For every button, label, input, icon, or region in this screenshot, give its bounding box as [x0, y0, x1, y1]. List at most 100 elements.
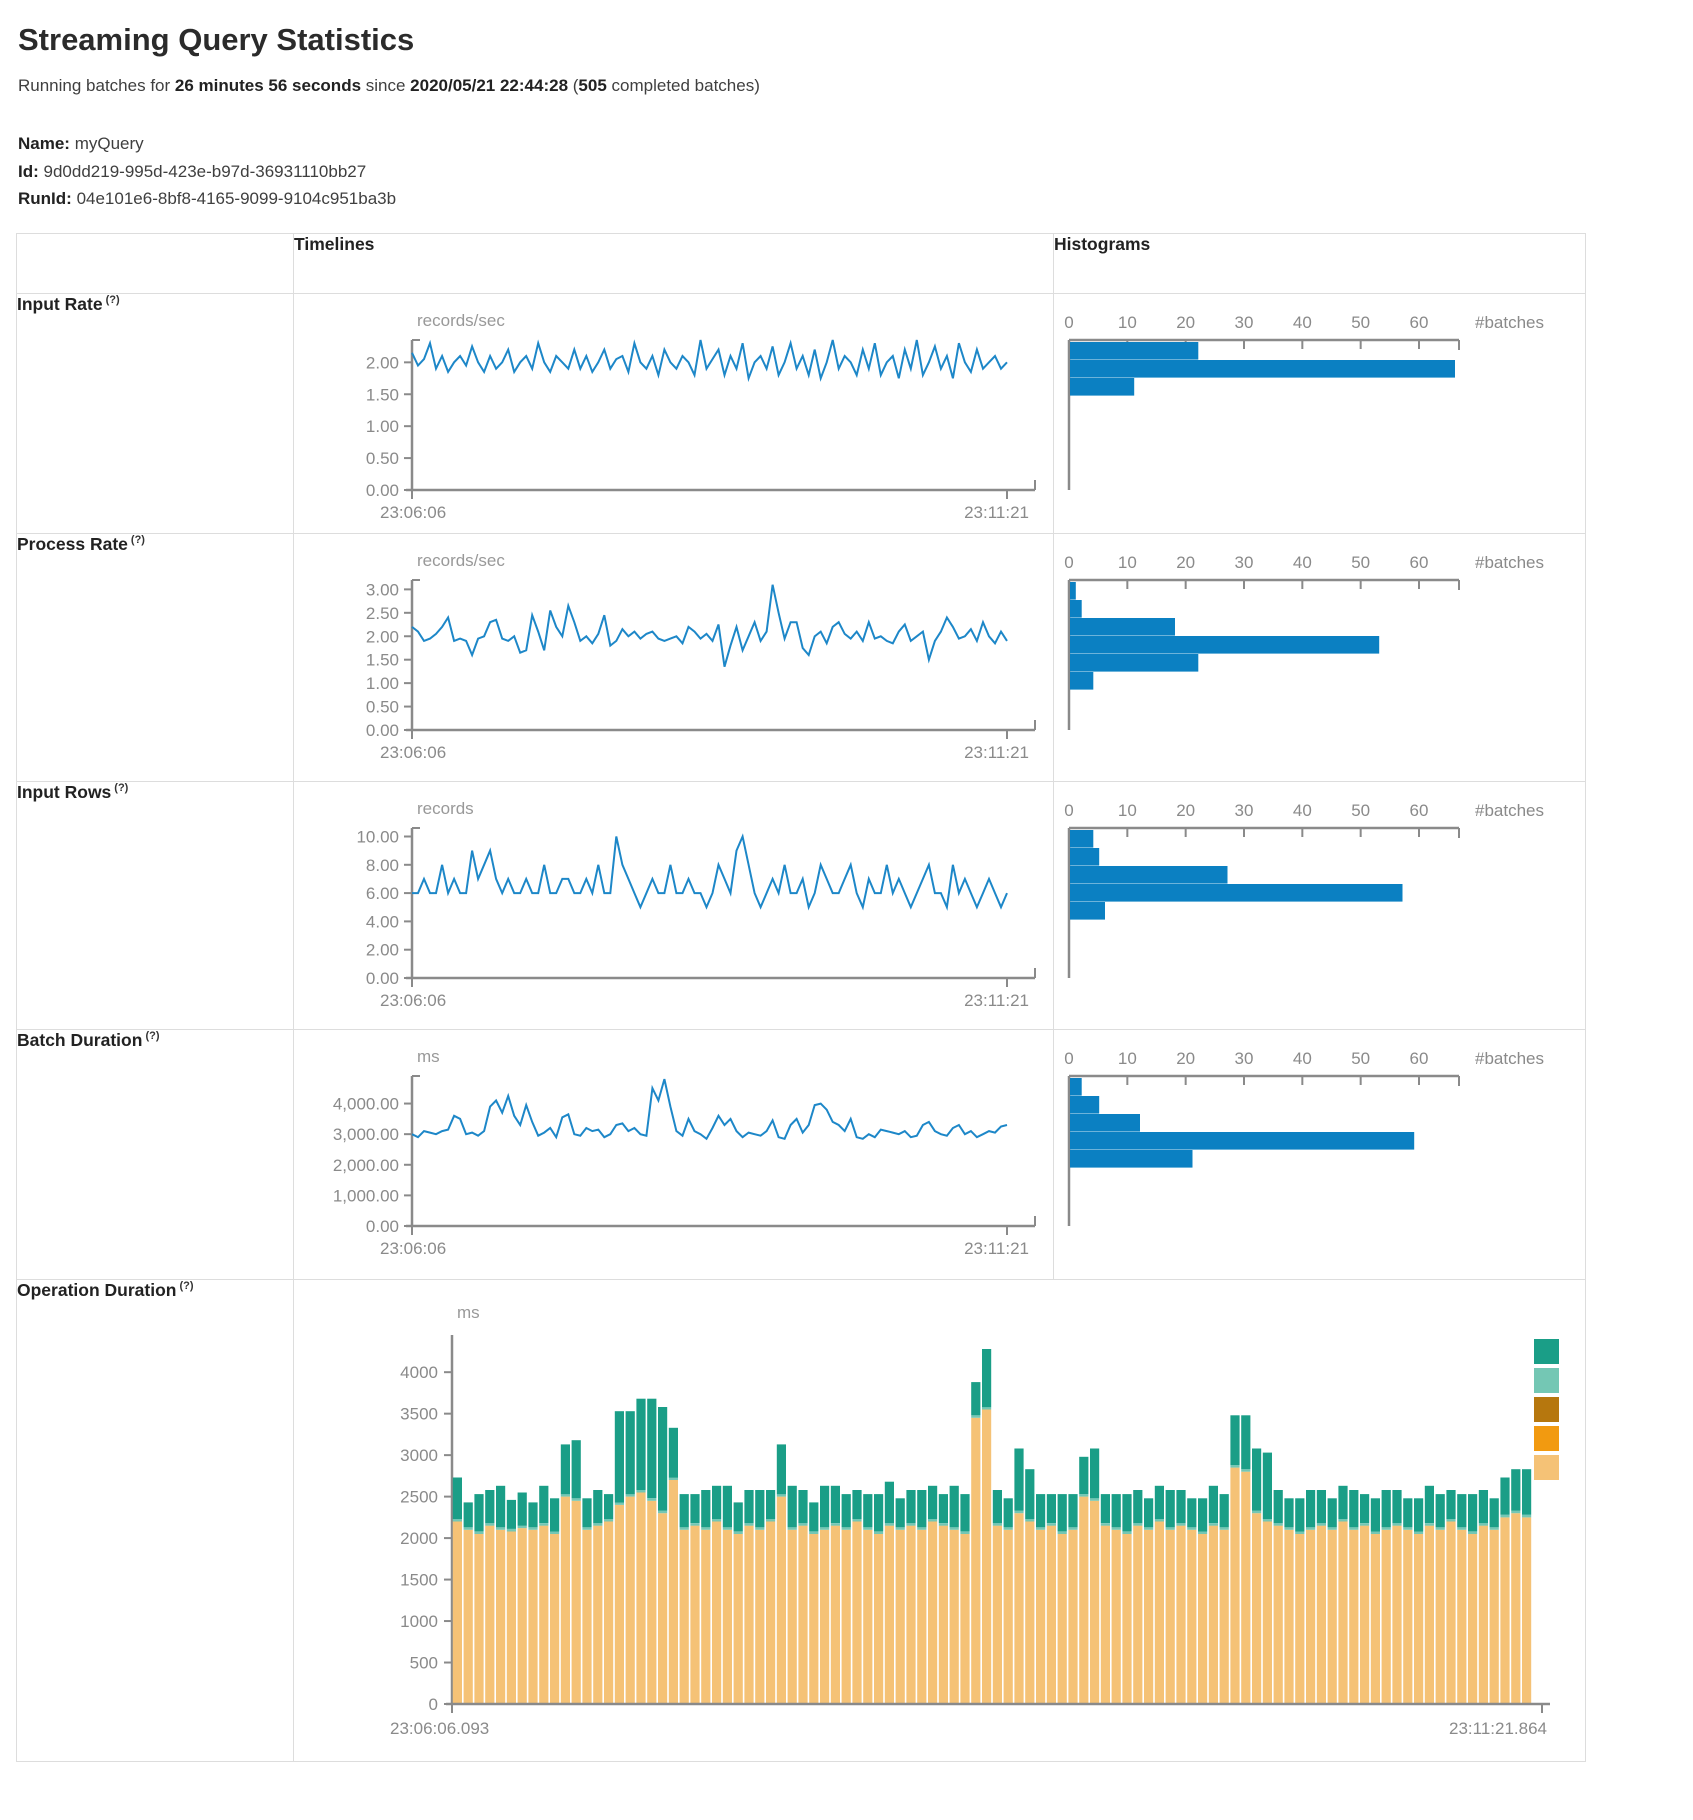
svg-text:30: 30: [1235, 313, 1254, 332]
input-rate-timeline-chart: records/sec0.000.501.001.502.0023:06:062…: [312, 300, 1053, 533]
help-icon[interactable]: (?): [145, 1030, 159, 1042]
svg-text:23:11:21: 23:11:21: [964, 503, 1029, 522]
svg-text:ms: ms: [457, 1303, 480, 1322]
process-rate-row: Process Rate(?) records/sec0.000.501.001…: [17, 533, 1586, 781]
svg-text:1.50: 1.50: [366, 385, 399, 404]
svg-text:23:11:21.864: 23:11:21.864: [1449, 1719, 1547, 1738]
svg-text:10: 10: [1118, 553, 1137, 572]
svg-text:2.00: 2.00: [366, 940, 399, 959]
svg-text:0: 0: [1064, 313, 1073, 332]
svg-text:10: 10: [1118, 801, 1137, 820]
svg-text:0.50: 0.50: [366, 697, 399, 716]
summary-text: Running batches for: [18, 76, 175, 95]
svg-text:23:06:06: 23:06:06: [380, 743, 446, 762]
svg-text:23:06:06.093: 23:06:06.093: [390, 1719, 489, 1738]
col-header-timelines: Timelines: [294, 233, 1054, 293]
query-id-line: Id: 9d0dd219-995d-423e-b97d-36931110bb27: [18, 158, 1677, 186]
svg-text:23:11:21: 23:11:21: [964, 1239, 1029, 1258]
svg-text:20: 20: [1176, 553, 1195, 572]
svg-text:40: 40: [1293, 553, 1312, 572]
svg-text:2,000.00: 2,000.00: [333, 1155, 399, 1174]
svg-text:40: 40: [1293, 1049, 1312, 1068]
svg-text:0.50: 0.50: [366, 449, 399, 468]
legend-swatch: [1534, 1397, 1559, 1422]
help-icon[interactable]: (?): [114, 782, 128, 794]
svg-text:40: 40: [1293, 801, 1312, 820]
legend-swatch: [1534, 1368, 1559, 1393]
running-duration: 26 minutes 56 seconds: [175, 76, 361, 95]
svg-text:2.50: 2.50: [366, 603, 399, 622]
svg-text:#batches: #batches: [1475, 313, 1544, 332]
svg-text:3,000.00: 3,000.00: [333, 1125, 399, 1144]
query-runid-value: 04e101e6-8bf8-4165-9099-9104c951ba3b: [77, 189, 397, 208]
legend-swatch: [1534, 1455, 1559, 1480]
svg-text:0: 0: [429, 1695, 438, 1714]
svg-text:0.00: 0.00: [366, 1217, 399, 1236]
svg-text:0: 0: [1064, 1049, 1073, 1068]
svg-text:3000: 3000: [400, 1446, 438, 1465]
svg-text:0.00: 0.00: [366, 481, 399, 500]
svg-text:500: 500: [410, 1653, 438, 1672]
input-rows-timeline-chart: records0.002.004.006.008.0010.0023:06:06…: [312, 788, 1053, 1021]
svg-text:#batches: #batches: [1475, 553, 1544, 572]
svg-text:20: 20: [1176, 313, 1195, 332]
svg-text:23:06:06: 23:06:06: [380, 503, 446, 522]
batches-summary: Running batches for 26 minutes 56 second…: [18, 76, 1677, 96]
batch-duration-row: Batch Duration(?) ms0.001,000.002,000.00…: [17, 1029, 1586, 1279]
query-info: Name: myQuery Id: 9d0dd219-995d-423e-b97…: [18, 130, 1677, 213]
svg-text:50: 50: [1351, 553, 1370, 572]
svg-text:1.00: 1.00: [366, 674, 399, 693]
svg-text:10: 10: [1118, 1049, 1137, 1068]
query-name-value: myQuery: [75, 134, 144, 153]
svg-text:1,000.00: 1,000.00: [333, 1186, 399, 1205]
start-timestamp: 2020/05/21 22:44:28: [410, 76, 568, 95]
svg-text:records/sec: records/sec: [417, 311, 505, 330]
legend-swatch: [1534, 1426, 1559, 1451]
svg-text:10: 10: [1118, 313, 1137, 332]
svg-text:50: 50: [1351, 801, 1370, 820]
svg-text:1500: 1500: [400, 1570, 438, 1589]
row-label-input-rows: Input Rows: [17, 782, 111, 802]
svg-text:23:06:06: 23:06:06: [380, 991, 446, 1010]
svg-text:4000: 4000: [400, 1363, 438, 1382]
help-icon[interactable]: (?): [179, 1280, 193, 1292]
input-rate-histogram-chart: 0102030405060#batches: [1054, 300, 1585, 533]
svg-text:#batches: #batches: [1475, 801, 1544, 820]
col-header-histograms: Histograms: [1054, 233, 1586, 293]
row-label-batch-duration: Batch Duration: [17, 1030, 142, 1050]
svg-text:2500: 2500: [400, 1487, 438, 1506]
query-id-value: 9d0dd219-995d-423e-b97d-36931110bb27: [44, 162, 367, 181]
svg-text:50: 50: [1351, 1049, 1370, 1068]
svg-text:60: 60: [1410, 553, 1429, 572]
help-icon[interactable]: (?): [131, 534, 145, 546]
svg-text:30: 30: [1235, 553, 1254, 572]
svg-text:0: 0: [1064, 553, 1073, 572]
table-header-row: Timelines Histograms: [17, 233, 1586, 293]
svg-text:3.00: 3.00: [366, 580, 399, 599]
svg-text:4,000.00: 4,000.00: [333, 1094, 399, 1113]
svg-text:30: 30: [1235, 801, 1254, 820]
operation-duration-legend: [1534, 1339, 1559, 1484]
svg-text:20: 20: [1176, 1049, 1195, 1068]
batch-duration-histogram-chart: 0102030405060#batches: [1054, 1036, 1585, 1269]
legend-swatch: [1534, 1339, 1559, 1364]
completed-batches-count: 505: [578, 76, 606, 95]
svg-text:20: 20: [1176, 801, 1195, 820]
svg-text:8.00: 8.00: [366, 855, 399, 874]
svg-text:1.50: 1.50: [366, 650, 399, 669]
svg-text:50: 50: [1351, 313, 1370, 332]
operation-duration-chart: ms0500100015002000250030003500400023:06:…: [342, 1294, 1634, 1761]
svg-text:10.00: 10.00: [356, 827, 399, 846]
svg-text:0.00: 0.00: [366, 721, 399, 740]
svg-text:3500: 3500: [400, 1404, 438, 1423]
svg-text:records/sec: records/sec: [417, 551, 505, 570]
streaming-statistics-page: Streaming Query Statistics Running batch…: [0, 0, 1693, 1776]
row-label-input-rate: Input Rate: [17, 294, 103, 314]
svg-text:60: 60: [1410, 1049, 1429, 1068]
help-icon[interactable]: (?): [106, 294, 120, 306]
svg-text:0: 0: [1064, 801, 1073, 820]
svg-text:40: 40: [1293, 313, 1312, 332]
statistics-table: Timelines Histograms Input Rate(?) recor…: [16, 233, 1586, 1762]
process-rate-timeline-chart: records/sec0.000.501.001.502.002.503.002…: [312, 540, 1053, 773]
svg-text:23:11:21: 23:11:21: [964, 991, 1029, 1010]
